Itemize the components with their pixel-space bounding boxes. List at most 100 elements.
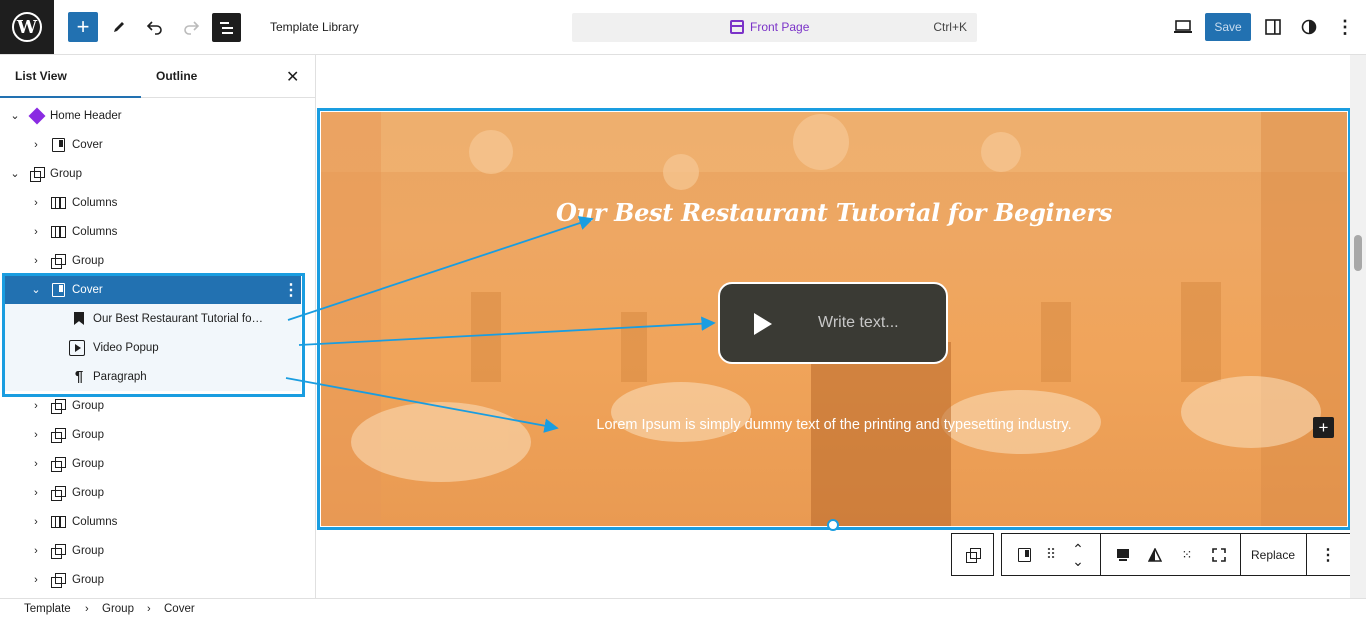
command-palette-bar[interactable]: Front Page Ctrl+K	[572, 13, 977, 42]
list-item-label: Group	[72, 573, 104, 586]
sidebar-tabs: List View Outline ✕	[0, 55, 315, 98]
chevron-right-icon[interactable]: ›	[30, 400, 42, 412]
list-item[interactable]: › Group	[0, 565, 305, 594]
plus-icon: +	[76, 14, 90, 39]
group-icon	[965, 547, 981, 563]
cover-icon	[51, 137, 65, 152]
duotone-button[interactable]	[1144, 534, 1166, 575]
list-view-sidebar: List View Outline ✕ ⌄ Home Header › Cove…	[0, 55, 316, 598]
list-item[interactable]: › Group	[0, 246, 305, 275]
laptop-icon	[1174, 20, 1192, 33]
scrollbar-thumb[interactable]	[1354, 235, 1362, 271]
chevron-right-icon[interactable]: ›	[30, 545, 42, 557]
chevron-right-icon[interactable]: ›	[30, 429, 42, 441]
tab-outline[interactable]: Outline	[156, 69, 197, 83]
replace-button[interactable]: Replace	[1242, 534, 1304, 575]
move-buttons[interactable]: ⌃ ⌄	[1066, 534, 1090, 575]
settings-sidebar-button[interactable]	[1258, 12, 1288, 42]
wordpress-icon: W	[12, 12, 42, 42]
chevron-right-icon[interactable]: ›	[30, 487, 42, 499]
chevron-down-icon[interactable]: ⌄	[1072, 554, 1084, 568]
list-item[interactable]: › Columns	[0, 507, 305, 536]
undo-button[interactable]	[140, 12, 170, 42]
chevron-right-icon[interactable]: ›	[30, 574, 42, 586]
list-item[interactable]: › Columns	[0, 217, 305, 246]
redo-button[interactable]	[176, 12, 206, 42]
chevron-down-icon[interactable]: ⌄	[9, 167, 21, 180]
list-item[interactable]: › Group	[0, 391, 305, 420]
canvas-scrollbar[interactable]	[1350, 55, 1366, 598]
list-item[interactable]: Our Best Restaurant Tutorial fo…	[5, 304, 301, 333]
options-button[interactable]: ⋮	[1330, 12, 1360, 42]
columns-icon	[50, 196, 66, 209]
chevron-right-icon[interactable]: ›	[30, 516, 42, 528]
drag-handle[interactable]: ⠿	[1042, 534, 1060, 575]
breadcrumb-item[interactable]: Cover	[164, 603, 195, 615]
list-item-label: Group	[50, 167, 82, 180]
group-icon	[51, 456, 66, 472]
block-type-button[interactable]	[1012, 534, 1036, 575]
breadcrumb-item[interactable]: Template	[24, 603, 71, 615]
list-item-label: Cover	[72, 283, 103, 296]
group-icon	[51, 427, 66, 443]
fullscreen-icon	[1212, 547, 1226, 562]
styles-button[interactable]	[1294, 12, 1324, 42]
list-item-label: Columns	[72, 225, 118, 238]
redo-icon	[184, 21, 200, 35]
block-inserter-button[interactable]: +	[68, 12, 98, 42]
bookmark-icon	[74, 312, 84, 325]
block-options-button[interactable]: ⋮	[1316, 534, 1340, 575]
list-item[interactable]: ⌄ Group	[0, 159, 305, 188]
list-item[interactable]: › Cover	[0, 130, 305, 159]
select-parent-button[interactable]	[951, 533, 994, 576]
chevron-right-icon[interactable]: ›	[30, 458, 42, 470]
resize-handle[interactable]	[827, 519, 839, 531]
divider	[1306, 534, 1307, 575]
list-item-label: Columns	[72, 515, 118, 528]
chevron-down-icon[interactable]: ⌄	[9, 109, 21, 122]
list-item[interactable]: › Group	[0, 478, 305, 507]
more-vertical-icon[interactable]: ⋮	[283, 280, 299, 300]
content-position-button[interactable]: ⁙	[1176, 534, 1198, 575]
document-overview-button[interactable]	[212, 13, 241, 42]
overlay-color-button[interactable]	[1112, 534, 1134, 575]
undo-icon	[146, 21, 162, 35]
list-item[interactable]: Video Popup	[5, 333, 301, 362]
close-icon[interactable]: ✕	[286, 67, 299, 87]
list-item[interactable]: › Columns	[0, 188, 305, 217]
list-item[interactable]: › Group	[0, 536, 305, 565]
chevron-right-icon[interactable]: ›	[30, 139, 42, 151]
block-toolbar: ⠿ ⌃ ⌄ ⁙ Replace ⋮	[1001, 533, 1363, 576]
list-item-selected[interactable]: ⌄ Cover ⋮	[5, 275, 301, 304]
chevron-right-icon[interactable]: ›	[30, 255, 42, 267]
chevron-right-icon[interactable]: ›	[30, 226, 42, 238]
list-item-label: Our Best Restaurant Tutorial fo…	[93, 312, 264, 325]
list-item[interactable]: › Group	[0, 420, 305, 449]
list-item-label: Group	[72, 254, 104, 267]
breadcrumb-item[interactable]: Group	[102, 603, 134, 615]
full-height-button[interactable]	[1208, 534, 1230, 575]
wordpress-logo-button[interactable]: W	[0, 0, 54, 54]
group-icon	[51, 572, 66, 588]
list-view-icon	[220, 22, 229, 24]
screen-icon	[1117, 548, 1129, 561]
dotted-grid-icon: ⁙	[1181, 546, 1193, 562]
tools-button[interactable]	[104, 12, 134, 42]
columns-icon	[50, 515, 66, 528]
editor-header: W + Template Library Front Page Ctrl+K S…	[0, 0, 1366, 55]
tab-list-view[interactable]: List View	[15, 69, 67, 83]
drag-icon: ⠿	[1045, 546, 1057, 562]
list-item[interactable]: ¶ Paragraph	[5, 362, 301, 391]
group-icon	[30, 166, 45, 182]
list-item[interactable]: › Group	[0, 449, 305, 478]
save-button[interactable]: Save	[1205, 13, 1251, 41]
chevron-right-icon[interactable]: ›	[30, 197, 42, 209]
list-item-label: Video Popup	[93, 341, 159, 354]
list-item[interactable]: ⌄ Home Header	[0, 101, 305, 130]
preview-button[interactable]	[1168, 12, 1198, 42]
chevron-down-icon[interactable]: ⌄	[30, 283, 42, 296]
divider	[1100, 534, 1101, 575]
list-item-label: Group	[72, 428, 104, 441]
page-layout-icon	[730, 20, 744, 34]
cover-icon	[1017, 547, 1031, 562]
